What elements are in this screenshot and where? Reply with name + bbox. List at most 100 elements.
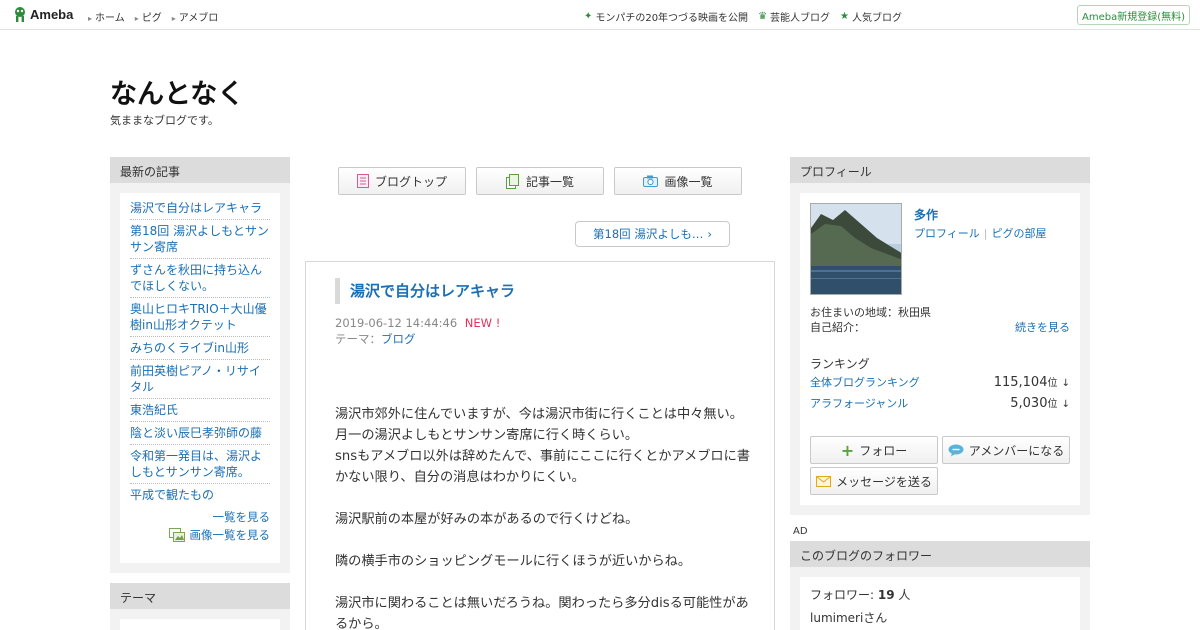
followers-body: フォロワー: 19 人 lumimeriさん [800, 577, 1080, 630]
recent-article-link[interactable]: 令和第一発目は、湯沢よしもとサンサン寄席。 [130, 445, 270, 484]
genre-ranking-link[interactable]: アラフォージャンル [810, 394, 908, 414]
article-title[interactable]: 湯沢で自分はレアキャラ [335, 278, 515, 304]
followers-count-line: フォロワー: 19 人 [810, 586, 1070, 603]
blog-top-button[interactable]: ブログトップ [338, 167, 466, 195]
ameba-logo-icon [15, 7, 25, 22]
recent-articles-heading: 最新の記事 [110, 157, 290, 183]
down-arrow-icon: ↓ [1061, 378, 1070, 389]
mongol800-movie-link[interactable]: ✦ モンパチの20年つづる映画を公開 [584, 9, 748, 24]
article-paragraph: 湯沢市郊外に住んでいますが、今は湯沢市街に行くことは中々無い。月一の湯沢よしもと… [335, 407, 750, 485]
article-body: 湯沢市郊外に住んでいますが、今は湯沢市街に行くことは中々無い。月一の湯沢よしもと… [335, 404, 750, 630]
overall-ranking-link[interactable]: 全体ブログランキング [810, 373, 920, 393]
overall-ranking-value: 115,104位 ↓ [993, 375, 1070, 390]
link-separator: | [983, 227, 988, 240]
article-list-label: 記事一覧 [525, 174, 574, 189]
amember-label: アメンバーになる [968, 443, 1065, 458]
profile-action-buttons: + フォロー アメンバーになる メッセージを送る [810, 436, 1070, 495]
article-list-button[interactable]: 記事一覧 [476, 167, 604, 195]
recent-article-link[interactable]: 平成で観たもの [130, 484, 270, 506]
global-header: Ameba ホーム ピグ アメブロ ✦ モンパチの20年つづる映画を公開 ♛ 芸… [0, 0, 1200, 30]
celebrity-blog-link[interactable]: ♛ 芸能人ブログ [758, 9, 830, 24]
chat-icon [948, 444, 964, 456]
read-more-link[interactable]: 続きを見る [1015, 320, 1070, 335]
followers-label: フォロワー: [810, 588, 875, 602]
profile-link[interactable]: プロフィール [914, 227, 980, 240]
profile-photo-image [811, 204, 901, 294]
recent-article-link[interactable]: 第18回 湯沢よしもとサンサン寄席 [130, 220, 270, 259]
article-entry: 湯沢で自分はレアキャラ 2019-06-12 14:44:46 NEW ! テー… [305, 261, 775, 630]
follow-button[interactable]: + フォロー [810, 436, 938, 464]
theme-heading: テーマ [110, 583, 290, 609]
image-list-label: 画像一覧 [664, 174, 713, 189]
header-right-links: ✦ モンパチの20年つづる映画を公開 ♛ 芸能人ブログ ★ 人気ブログ [584, 9, 902, 24]
next-article-label: 第18回 湯沢よしも… [593, 227, 704, 241]
popular-blog-label: 人気ブログ [852, 13, 902, 24]
recent-article-link[interactable]: 前田英樹ピアノ・リサイタル [130, 360, 270, 399]
recent-article-link[interactable]: 東浩紀氏 [130, 399, 270, 422]
next-article-button[interactable]: 第18回 湯沢よしも… › [575, 221, 730, 247]
followers-panel: このブログのフォロワー フォロワー: 19 人 lumimeriさん [790, 541, 1090, 630]
theme-panel: テーマ [110, 583, 290, 630]
celebrity-blog-label: 芸能人ブログ [770, 13, 831, 24]
recent-article-link[interactable]: みちのくライブin山形 [130, 337, 270, 360]
ameba-logo[interactable]: Ameba [13, 6, 73, 23]
view-all-images-label: 画像一覧を見る [189, 528, 271, 542]
ranking-title: ランキング [810, 357, 870, 371]
plus-icon: + [840, 440, 855, 460]
down-arrow-icon: ↓ [1061, 399, 1070, 410]
profile-intro-row: 自己紹介： 続きを見る [810, 320, 1070, 335]
recent-article-link[interactable]: 陰と淡い辰巳孝弥師の藤 [130, 422, 270, 445]
blog-top-label: ブログトップ [374, 174, 447, 189]
recent-article-link[interactable]: 湯沢で自分はレアキャラ [130, 197, 270, 220]
recent-article-link[interactable]: 奥山ヒロキTRIO＋大山優樹in山形オクテット [130, 298, 270, 337]
crown-icon: ♛ [758, 11, 768, 22]
register-button[interactable]: Ameba新規登録(無料) [1077, 5, 1190, 25]
image-list-button[interactable]: 画像一覧 [614, 167, 742, 195]
logo-text: Ameba [30, 7, 74, 22]
recent-article-link[interactable]: ずさんを秋田に持ち込んでほしくない。 [130, 259, 270, 298]
blog-title[interactable]: なんとなく [110, 72, 244, 111]
chevron-right-icon: › [707, 227, 712, 241]
article-paragraph: 湯沢駅前の本屋が好みの本があるので行くけどね。 [335, 512, 639, 527]
nav-ameblo-link[interactable]: アメブロ [172, 9, 219, 24]
camera-icon [643, 175, 659, 187]
send-message-label: メッセージを送る [836, 474, 932, 489]
list-icon [505, 173, 519, 189]
profile-links: プロフィール | ピグの部屋 [914, 225, 1047, 241]
pig-room-link[interactable]: ピグの部屋 [992, 227, 1047, 240]
new-badge: NEW ! [464, 316, 501, 330]
article-meta: 2019-06-12 14:44:46 NEW ! テーマ：ブログ [335, 315, 500, 347]
theme-label: テーマ： [335, 332, 381, 346]
profile-location: お住まいの地域：秋田県 [810, 306, 931, 319]
send-message-button[interactable]: メッセージを送る [810, 467, 938, 495]
article-theme-link[interactable]: ブログ [381, 332, 416, 346]
mongol800-movie-label: モンパチの20年つづる映画を公開 [595, 13, 749, 24]
profile-location-row: お住まいの地域：秋田県 [810, 305, 1070, 320]
global-nav: ホーム ピグ アメブロ [88, 9, 218, 24]
view-all-articles-link[interactable]: 一覧を見る [130, 509, 271, 525]
theme-body [120, 619, 280, 630]
document-icon [356, 174, 369, 188]
recent-articles-panel: 最新の記事 湯沢で自分はレアキャラ 第18回 湯沢よしもとサンサン寄席 ずさんを… [110, 157, 290, 573]
profile-heading: プロフィール [790, 157, 1090, 183]
amember-button[interactable]: アメンバーになる [942, 436, 1070, 464]
ranking-row: アラフォージャンル 5,030位 ↓ [810, 394, 1070, 414]
nav-pig-link[interactable]: ピグ [135, 9, 162, 24]
nav-home-link[interactable]: ホーム [88, 9, 125, 24]
recent-articles-body: 湯沢で自分はレアキャラ 第18回 湯沢よしもとサンサン寄席 ずさんを秋田に持ち込… [120, 193, 280, 563]
recent-articles-list: 湯沢で自分はレアキャラ 第18回 湯沢よしもとサンサン寄席 ずさんを秋田に持ち込… [130, 197, 270, 506]
profile-name[interactable]: 多作 [914, 206, 938, 223]
profile-details: お住まいの地域：秋田県 自己紹介： 続きを見る [810, 305, 1070, 335]
profile-photo[interactable] [810, 203, 902, 295]
follower-name[interactable]: lumimeriさん [810, 609, 1070, 626]
view-all-images-link[interactable]: 画像一覧を見る [130, 527, 270, 543]
star-icon: ★ [840, 11, 849, 22]
profile-intro-label: 自己紹介： [810, 321, 865, 334]
popular-blog-link[interactable]: ★ 人気ブログ [840, 9, 902, 24]
blog-subtitle: 気ままなブログです。 [110, 114, 219, 127]
article-paragraph: 湯沢市に関わることは無いだろうね。関わったら多分disる可能性があるから。 [335, 596, 749, 630]
ranking-row: 全体ブログランキング 115,104位 ↓ [810, 373, 1070, 393]
genre-ranking-value: 5,030位 ↓ [1010, 396, 1070, 411]
profile-body: 多作 プロフィール | ピグの部屋 お住まいの地域：秋田県 自己紹介： 続きを見る … [800, 193, 1080, 505]
image-list-icon [168, 528, 185, 542]
